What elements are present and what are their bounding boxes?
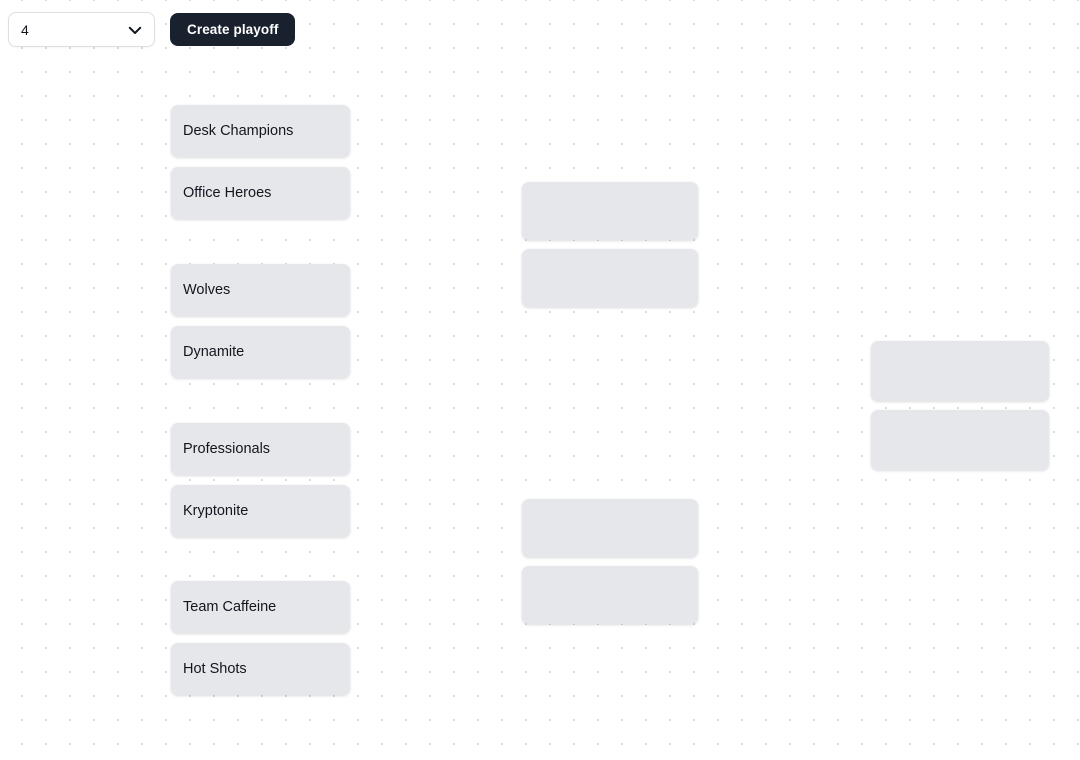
empty-team-slot[interactable] <box>522 249 698 307</box>
match: Desk Champions Office Heroes <box>171 105 350 219</box>
team-slot[interactable]: Professionals <box>171 423 350 475</box>
team-slot[interactable]: Team Caffeine <box>171 581 350 633</box>
team-name: Wolves <box>183 281 231 298</box>
team-name: Team Caffeine <box>183 598 277 615</box>
empty-team-slot[interactable] <box>522 499 698 557</box>
empty-team-slot[interactable] <box>522 182 698 240</box>
team-slot[interactable]: Kryptonite <box>171 485 350 537</box>
team-slot[interactable]: Office Heroes <box>171 167 350 219</box>
team-slot[interactable]: Dynamite <box>171 326 350 378</box>
team-name: Kryptonite <box>183 502 249 519</box>
match: Team Caffeine Hot Shots <box>171 581 350 695</box>
team-name: Office Heroes <box>183 184 272 201</box>
team-name: Professionals <box>183 440 271 457</box>
bracket-canvas: Desk Champions Office Heroes Wolves Dynamit… <box>0 0 1080 760</box>
match: Wolves Dynamite <box>171 264 350 378</box>
team-name: Dynamite <box>183 343 245 360</box>
match <box>522 499 698 624</box>
team-slot[interactable]: Wolves <box>171 264 350 316</box>
empty-team-slot[interactable] <box>871 341 1049 401</box>
team-name: Hot Shots <box>183 660 247 677</box>
team-slot[interactable]: Hot Shots <box>171 643 350 695</box>
empty-team-slot[interactable] <box>522 566 698 624</box>
match <box>871 341 1049 470</box>
team-name: Desk Champions <box>183 122 294 139</box>
match <box>522 182 698 307</box>
team-slot[interactable]: Desk Champions <box>171 105 350 157</box>
match: Professionals Kryptonite <box>171 423 350 537</box>
empty-team-slot[interactable] <box>871 410 1049 470</box>
